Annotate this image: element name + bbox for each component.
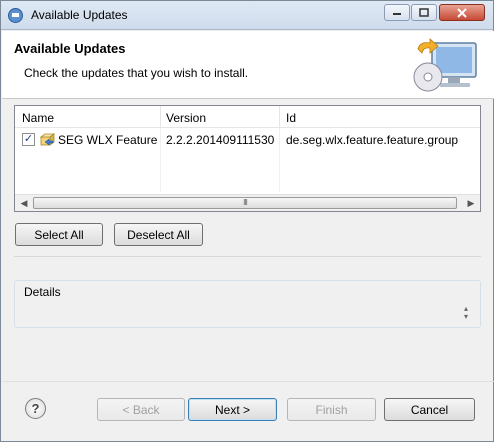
next-button[interactable]: Next >	[188, 398, 277, 421]
close-button[interactable]	[439, 4, 485, 21]
back-button[interactable]: < Back	[97, 398, 185, 421]
details-text-area[interactable]	[16, 301, 479, 326]
scrollbar-thumb[interactable]: III	[33, 197, 457, 209]
separator	[14, 256, 481, 257]
wizard-header: Available Updates Check the updates that…	[2, 31, 494, 99]
close-icon	[457, 7, 467, 18]
scroll-left-icon[interactable]: ◀	[19, 198, 29, 209]
feature-package-icon	[40, 133, 56, 146]
details-label: Details	[23, 285, 62, 299]
page-title: Available Updates	[14, 41, 126, 56]
row-version: 2.2.2.201409111530	[166, 133, 275, 147]
column-header-version[interactable]: Version	[166, 111, 206, 125]
details-spinner-icon[interactable]: ▴ ▾	[464, 305, 468, 321]
horizontal-scrollbar[interactable]: ◀ III ▶	[15, 194, 480, 211]
title-bar[interactable]: Available Updates	[1, 1, 493, 30]
row-id: de.seg.wlx.feature.feature.group	[286, 133, 459, 147]
window-app-icon	[8, 8, 23, 23]
row-name: SEG WLX Feature	[58, 133, 158, 147]
deselect-all-button[interactable]: Deselect All	[114, 223, 203, 246]
minimize-button[interactable]	[384, 4, 410, 21]
column-header-id[interactable]: Id	[286, 111, 296, 125]
update-dialog: Available Updates Available Updates Chec…	[0, 0, 494, 442]
table-header: Name Version Id	[15, 106, 480, 128]
maximize-icon	[419, 8, 429, 17]
finish-button[interactable]: Finish	[287, 398, 376, 421]
minimize-icon	[393, 12, 401, 15]
column-divider	[160, 106, 161, 128]
column-divider	[279, 106, 280, 128]
window-title: Available Updates	[31, 8, 128, 22]
page-description: Check the updates that you wish to insta…	[24, 66, 249, 80]
column-header-name[interactable]: Name	[22, 111, 54, 125]
select-all-button[interactable]: Select All	[15, 223, 103, 246]
computer-update-icon	[413, 38, 477, 92]
cancel-button[interactable]: Cancel	[384, 398, 475, 421]
help-icon[interactable]: ?	[25, 398, 46, 419]
updates-table[interactable]: Name Version Id ✓ SEG WLX Feature 2.2.2.…	[14, 105, 481, 212]
maximize-button[interactable]	[411, 4, 437, 21]
button-bar-separator	[2, 381, 494, 382]
table-row[interactable]: ✓ SEG WLX Feature 2.2.2.201409111530 de.…	[16, 130, 479, 150]
row-checkbox[interactable]: ✓	[22, 133, 35, 146]
scroll-right-icon[interactable]: ▶	[466, 198, 476, 209]
